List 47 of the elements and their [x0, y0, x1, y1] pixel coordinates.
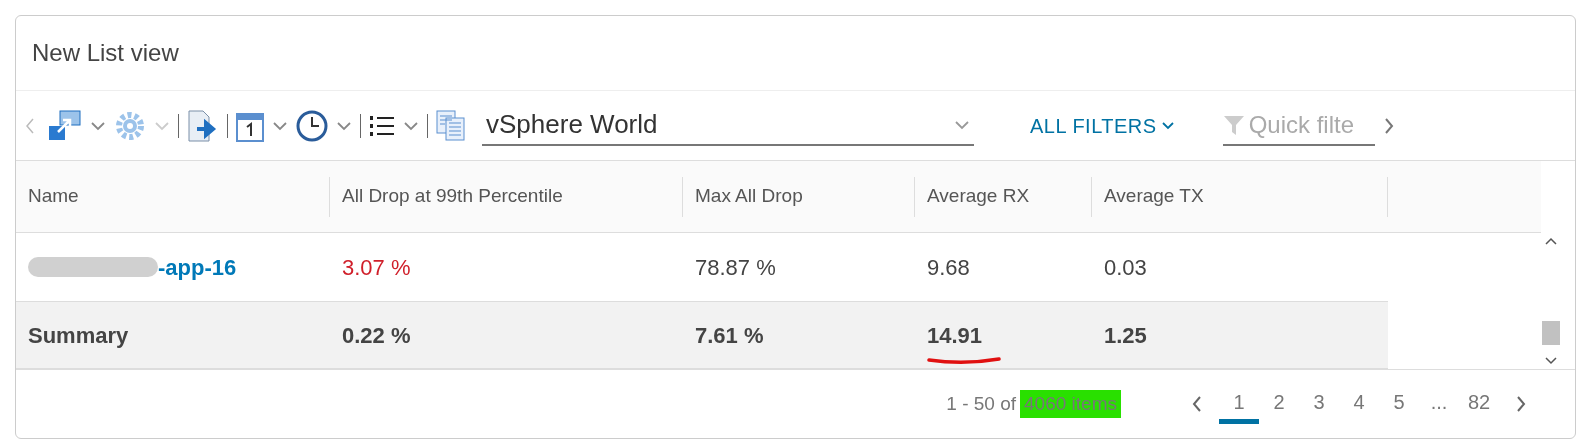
page-link[interactable]: 82	[1459, 384, 1499, 424]
next-page-icon[interactable]	[1515, 395, 1527, 413]
chevron-down-icon[interactable]	[403, 120, 419, 131]
all-filters-button[interactable]: ALL FILTERS	[1030, 110, 1175, 141]
table-cell-text: 1.25	[1104, 321, 1147, 350]
item-total: 4060 items	[1020, 389, 1121, 419]
previous-page-icon[interactable]	[1191, 395, 1203, 413]
page-link[interactable]: 1	[1219, 384, 1259, 424]
chevron-down-icon[interactable]	[954, 119, 970, 130]
column-header[interactable]: Average TX	[1104, 182, 1204, 211]
documents-icon[interactable]	[436, 109, 466, 142]
chevron-down-icon[interactable]	[272, 120, 288, 131]
table-cell-text: 9.68	[927, 253, 970, 282]
chevron-down-icon[interactable]	[336, 120, 352, 131]
scroll-up-icon[interactable]	[1545, 237, 1557, 245]
page-link[interactable]: 4	[1339, 384, 1379, 424]
table-cell-text: 0.03	[1104, 253, 1147, 282]
clock-icon[interactable]	[296, 109, 328, 142]
column-header[interactable]: Name	[28, 182, 79, 211]
panel-title: New List view	[32, 38, 179, 68]
gear-icon[interactable]	[114, 109, 146, 142]
numbered-list-icon[interactable]	[369, 114, 395, 137]
table-cell: 14.91	[927, 318, 983, 352]
table-cell-text: 7.61 %	[695, 321, 764, 350]
item-range: 1 - 50 of	[946, 391, 1017, 416]
table-cell-text: 3.07 %	[342, 253, 411, 282]
chevron-down-icon	[1160, 120, 1175, 131]
chevron-down-icon[interactable]	[90, 120, 106, 131]
column-header[interactable]: Max All Drop	[695, 182, 803, 211]
table-cell-text: 78.87 %	[695, 253, 776, 282]
page-link[interactable]: 3	[1299, 384, 1339, 424]
column-header[interactable]: All Drop at 99th Percentile	[342, 182, 563, 211]
quick-filter-field[interactable]: Quick filte	[1222, 105, 1375, 146]
page-link[interactable]: 2	[1259, 384, 1299, 424]
page-link[interactable]: ...	[1419, 384, 1459, 424]
summary-label: Summary	[28, 321, 129, 350]
table-cell-text: 0.22 %	[342, 321, 411, 350]
window-arrow-icon[interactable]	[48, 109, 82, 142]
scroll-down-icon[interactable]	[1545, 357, 1557, 365]
scroll-right-icon[interactable]	[1382, 116, 1395, 135]
page-link[interactable]: 5	[1379, 384, 1419, 424]
scope-dropdown[interactable]: vSphere World	[482, 105, 974, 146]
scroll-left-icon[interactable]	[24, 116, 36, 135]
column-header[interactable]: Average RX	[927, 182, 1030, 211]
scroll-thumb[interactable]	[1542, 321, 1560, 345]
filter-icon	[1222, 113, 1245, 136]
item-link[interactable]: -app-16	[158, 250, 237, 284]
